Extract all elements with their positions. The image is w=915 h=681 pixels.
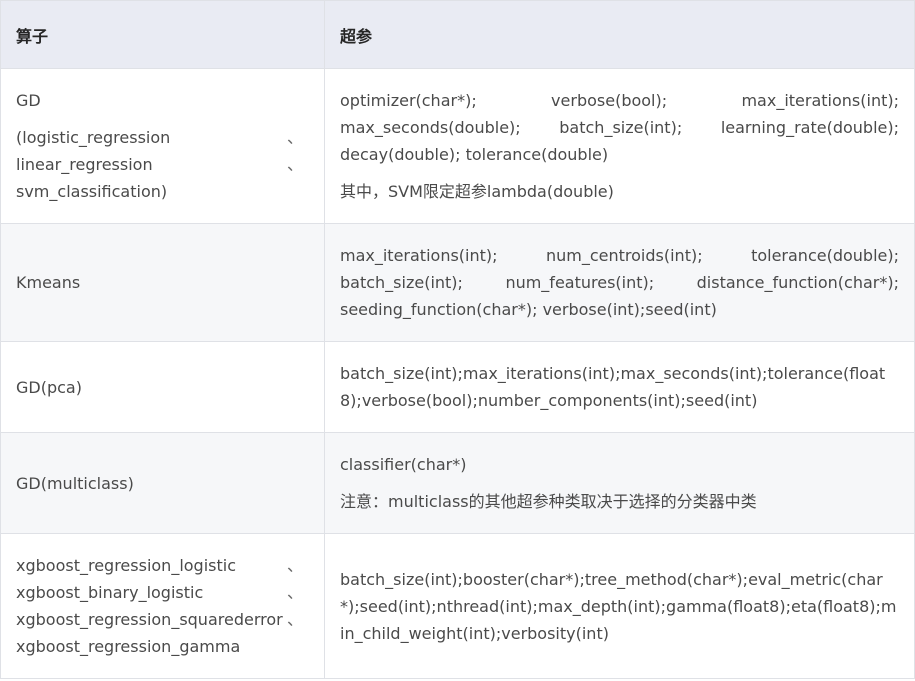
params-cell: max_iterations(int); num_centroids(int);… — [324, 223, 915, 342]
header-operator-label: 算子 — [16, 26, 49, 46]
params-text: batch_size(int);booster(char*);tree_meth… — [340, 569, 897, 643]
params-text: max_iterations(int); num_centroids(int);… — [325, 242, 914, 323]
params-line: batch_size(int); num_features(int); dist… — [340, 273, 899, 292]
operator-list: (logistic_regression、 linear_regression、… — [16, 124, 309, 205]
params-cell: batch_size(int);max_iterations(int);max_… — [324, 341, 915, 433]
params-cell: batch_size(int);booster(char*);tree_meth… — [324, 533, 915, 679]
params-line: max_iterations(int); num_centroids(int);… — [340, 246, 899, 265]
operator-cell: xgboost_regression_logistic、 xgboost_bin… — [0, 533, 325, 679]
operator-cell: Kmeans — [0, 223, 325, 342]
operator-list: xgboost_regression_logistic、 xgboost_bin… — [1, 552, 324, 660]
operator-cell: GD(multiclass) — [0, 432, 325, 534]
operator-title: GD(multiclass) — [16, 473, 134, 493]
table-row: GD(pca) batch_size(int);max_iterations(i… — [0, 341, 915, 433]
table-header-row: 算子 超参 — [0, 0, 915, 69]
header-hyperparams: 超参 — [324, 0, 915, 69]
table-row: xgboost_regression_logistic、 xgboost_bin… — [0, 533, 915, 679]
params-line: optimizer(char*); verbose(bool); max_ite… — [340, 91, 899, 110]
operator-list-item: xgboost_regression_gamma — [16, 637, 241, 656]
params-line: max_seconds(double); batch_size(int); le… — [340, 118, 899, 137]
header-hyperparams-label: 超参 — [340, 26, 373, 46]
operator-list-item: linear_regression、 — [16, 155, 303, 174]
table-row: Kmeans max_iterations(int); num_centroid… — [0, 223, 915, 342]
table-row: GD (logistic_regression、 linear_regressi… — [0, 68, 915, 224]
operator-list-item: xgboost_binary_logistic、 — [16, 583, 303, 602]
operator-list-item: xgboost_regression_logistic、 — [16, 556, 303, 575]
params-line: decay(double); tolerance(double) — [340, 145, 609, 164]
operator-cell: GD(pca) — [0, 341, 325, 433]
table-row: GD(multiclass) classifier(char*) 注意：mult… — [0, 432, 915, 534]
operator-cell: GD (logistic_regression、 linear_regressi… — [0, 68, 325, 224]
hyperparameter-table: 算子 超参 GD (logistic_regression、 linear_re… — [0, 0, 915, 679]
params-cell: optimizer(char*); verbose(bool); max_ite… — [324, 68, 915, 224]
operator-list-item: (logistic_regression、 — [16, 128, 303, 147]
operator-list-item: xgboost_regression_squarederror、 — [16, 610, 303, 629]
params-line: seeding_function(char*); verbose(int);se… — [340, 300, 717, 319]
params-note: 其中，SVM限定超参lambda(double) — [340, 182, 614, 201]
operator-title: Kmeans — [16, 273, 81, 292]
params-cell: classifier(char*) 注意：multiclass的其他超参种类取决… — [324, 432, 915, 534]
params-text: optimizer(char*); verbose(bool); max_ite… — [340, 87, 899, 168]
operator-list-item: svm_classification) — [16, 182, 168, 201]
params-text: classifier(char*) — [340, 455, 467, 474]
header-operator: 算子 — [0, 0, 325, 69]
operator-title: GD(pca) — [16, 377, 82, 397]
params-text: batch_size(int);max_iterations(int);max_… — [340, 364, 886, 410]
params-note: 注意：multiclass的其他超参种类取决于选择的分类器中类 — [340, 492, 757, 511]
operator-title: GD — [16, 91, 41, 110]
